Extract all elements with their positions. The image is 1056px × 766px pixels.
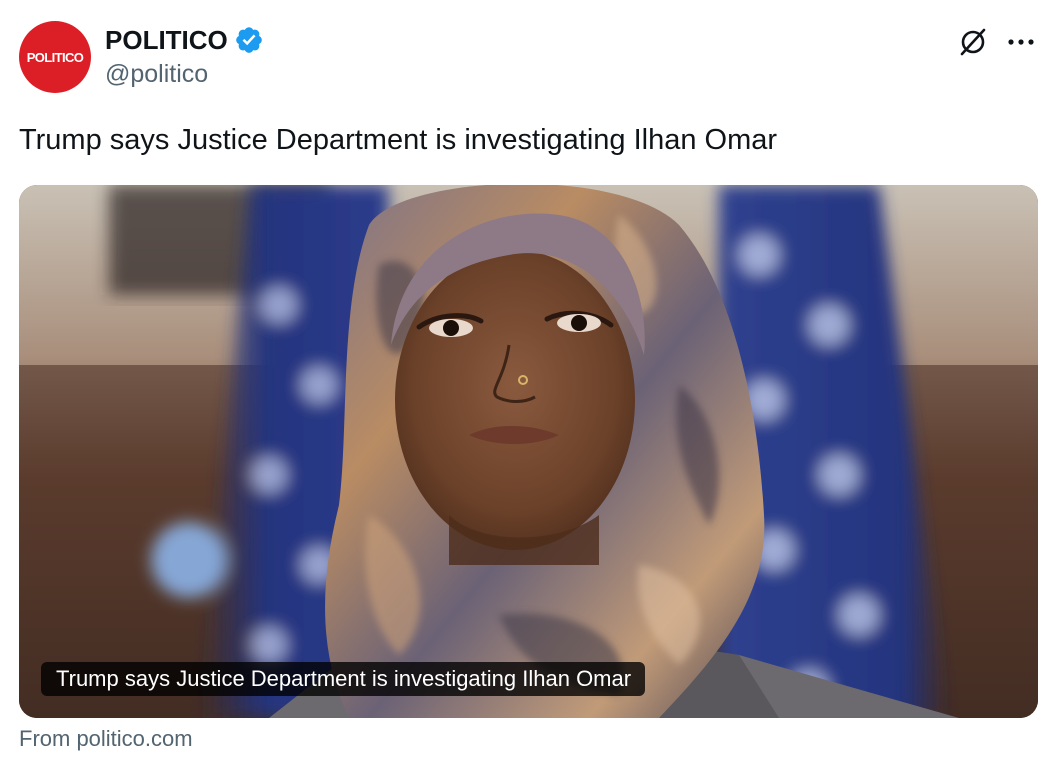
grok-icon (960, 28, 986, 56)
link-card[interactable]: Trump says Justice Department is investi… (19, 185, 1038, 718)
card-caption: Trump says Justice Department is investi… (41, 662, 646, 696)
avatar-wordmark: POLITICO (26, 49, 84, 65)
grok-button[interactable] (954, 23, 992, 61)
account-handle[interactable]: @politico (105, 60, 208, 89)
more-options-icon (1008, 39, 1034, 45)
display-name[interactable]: POLITICO (105, 25, 228, 56)
verified-badge-icon[interactable] (234, 25, 264, 55)
tweet-text: Trump says Justice Department is investi… (19, 124, 778, 156)
more-options-button[interactable] (1002, 23, 1040, 61)
account-name-row: POLITICO (105, 22, 264, 58)
card-source-link[interactable]: From politico.com (19, 726, 193, 752)
account-avatar[interactable]: POLITICO (19, 21, 91, 93)
card-image (19, 185, 1038, 718)
